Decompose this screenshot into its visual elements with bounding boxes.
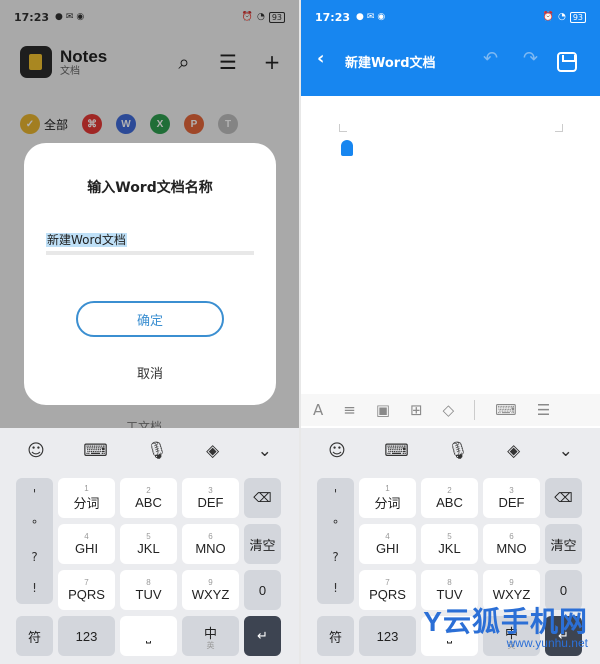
space-key[interactable]: ⎵ (120, 616, 177, 656)
watermark-name: 云狐手机网 (442, 606, 588, 637)
key-row-3: 7 PQRS 8 TUV 9 WXYZ 0 (16, 570, 283, 610)
key-6[interactable]: 6 MNO (483, 524, 540, 564)
status-time: 17:23 (315, 10, 351, 24)
clear-key[interactable]: 清空 (244, 524, 281, 564)
key-4[interactable]: 4 GHI (58, 524, 115, 564)
right-screen: 17:23 ● ✉ ◉ ⏰ ◔ 93 ‹ 新建Word文档 ↶ ↷ A ≡ ▣ … (301, 0, 600, 664)
chevron-down-icon[interactable]: ⌄ (258, 441, 272, 461)
key-2[interactable]: 2 ABC (421, 478, 478, 518)
app-icon: ◉ (377, 12, 386, 22)
dialog-title: 输入Word文档名称 (87, 180, 213, 196)
redo-icon[interactable]: ↷ (523, 48, 538, 69)
backspace-key[interactable]: ⌫ (545, 478, 582, 518)
key-7[interactable]: 7 PQRS (359, 570, 416, 610)
key-row-2: 4 GHI 5 JKL 6 MNO 清空 (16, 524, 283, 564)
backspace-key[interactable]: ⌫ (244, 478, 281, 518)
emoji-icon[interactable]: ☺ (328, 441, 346, 461)
confirm-button[interactable]: 确定 (76, 301, 224, 337)
key-7[interactable]: 7 PQRS (58, 570, 115, 610)
keyboard-toolbar: ☺ ⌨ 🎙 ◈ ⌄ (0, 428, 299, 474)
key-row-1: 1 分词 2 ABC 3 DEF ⌫ (317, 478, 584, 518)
chevron-down-icon[interactable]: ⌄ (559, 441, 573, 461)
zero-key[interactable]: 0 (244, 570, 281, 610)
site-watermark: Y云狐手机网 www.yunhu.net (423, 600, 588, 650)
microphone-icon[interactable]: 🎙 (447, 441, 469, 461)
key-5[interactable]: 5 JKL (421, 524, 478, 564)
cancel-button[interactable]: 取消 (24, 363, 276, 382)
emoji-icon[interactable]: ☺ (27, 441, 45, 461)
keyboard-toolbar: ☺ ⌨ 🎙 ◈ ⌄ (301, 428, 600, 474)
page-corner-marker (339, 124, 347, 132)
language-key[interactable]: 中英 (182, 616, 239, 656)
watermark-letter: Y (423, 606, 443, 637)
font-icon[interactable]: A (313, 401, 323, 419)
undo-icon[interactable]: ↶ (483, 48, 498, 69)
text-cursor-handle[interactable] (341, 140, 353, 156)
assistant-icon[interactable]: ◈ (507, 441, 520, 461)
document-title: 新建Word文档 (345, 56, 436, 71)
key-row-1: 1 分词 2 ABC 3 DEF ⌫ (16, 478, 283, 518)
microphone-icon[interactable]: 🎙 (146, 441, 168, 461)
numbers-key[interactable]: 123 (58, 616, 115, 656)
keyboard-icon[interactable]: ⌨ (495, 401, 517, 419)
key-2[interactable]: 2 ABC (120, 478, 177, 518)
name-dialog: 输入Word文档名称 新建Word文档 确定 取消 (24, 143, 276, 405)
key-9[interactable]: 9 WXYZ (182, 570, 239, 610)
key-4[interactable]: 4 GHI (359, 524, 416, 564)
keyboard-switch-icon[interactable]: ⌨ (83, 441, 108, 461)
paragraph-icon[interactable]: ≡ (343, 401, 356, 419)
symbol-switch-key[interactable]: 符 (16, 616, 53, 656)
back-arrow-icon[interactable]: ‹ (317, 48, 324, 69)
key-row-4: 符 123 ⎵ 中英 ↵ (16, 616, 283, 656)
key-8[interactable]: 8 TUV (120, 570, 177, 610)
key-5[interactable]: 5 JKL (120, 524, 177, 564)
key-1[interactable]: 1 分词 (359, 478, 416, 518)
enter-key[interactable]: ↵ (244, 616, 281, 656)
keyboard: ☺ ⌨ 🎙 ◈ ⌄ ' ° ? ! 1 分词 2 ABC 3 DEF ⌫ 4 GHI 5… (0, 428, 299, 664)
mail-icon: ✉ (366, 12, 375, 22)
notification-icon: ● (356, 12, 364, 22)
image-icon[interactable]: ▣ (376, 401, 390, 419)
toolbar-divider (474, 400, 476, 420)
clear-key[interactable]: 清空 (545, 524, 582, 564)
status-bar: 17:23 ● ✉ ◉ ⏰ ◔ 93 (301, 0, 600, 34)
menu-icon[interactable]: ☰ (537, 401, 550, 419)
wifi-icon: ◔ (557, 12, 566, 22)
key-1[interactable]: 1 分词 (58, 478, 115, 518)
selected-input-text: 新建Word文档 (46, 233, 127, 247)
alarm-icon: ⏰ (542, 12, 554, 22)
save-icon[interactable] (557, 52, 577, 72)
page-corner-marker (555, 124, 563, 132)
assistant-icon[interactable]: ◈ (206, 441, 219, 461)
editor-header: 17:23 ● ✉ ◉ ⏰ ◔ 93 ‹ 新建Word文档 ↶ ↷ (301, 0, 600, 96)
insert-icon[interactable]: ⊞ (410, 401, 423, 419)
key-3[interactable]: 3 DEF (483, 478, 540, 518)
document-name-input[interactable]: 新建Word文档 (46, 231, 254, 255)
left-screen: 17:23 ● ✉ ◉ ⏰ ◔ 93 Notes 文档 ⌕ ☰ + ✓ 全部 ⌘… (0, 0, 299, 664)
keyboard-switch-icon[interactable]: ⌨ (384, 441, 409, 461)
symbol-switch-key[interactable]: 符 (317, 616, 354, 656)
format-toolbar: A ≡ ▣ ⊞ ◇ ⌨ ☰ (301, 394, 600, 426)
shape-icon[interactable]: ◇ (443, 401, 455, 419)
key-3[interactable]: 3 DEF (182, 478, 239, 518)
numbers-key[interactable]: 123 (359, 616, 416, 656)
battery-indicator: 93 (569, 11, 586, 23)
key-row-2: 4 GHI 5 JKL 6 MNO 清空 (317, 524, 584, 564)
key-6[interactable]: 6 MNO (182, 524, 239, 564)
